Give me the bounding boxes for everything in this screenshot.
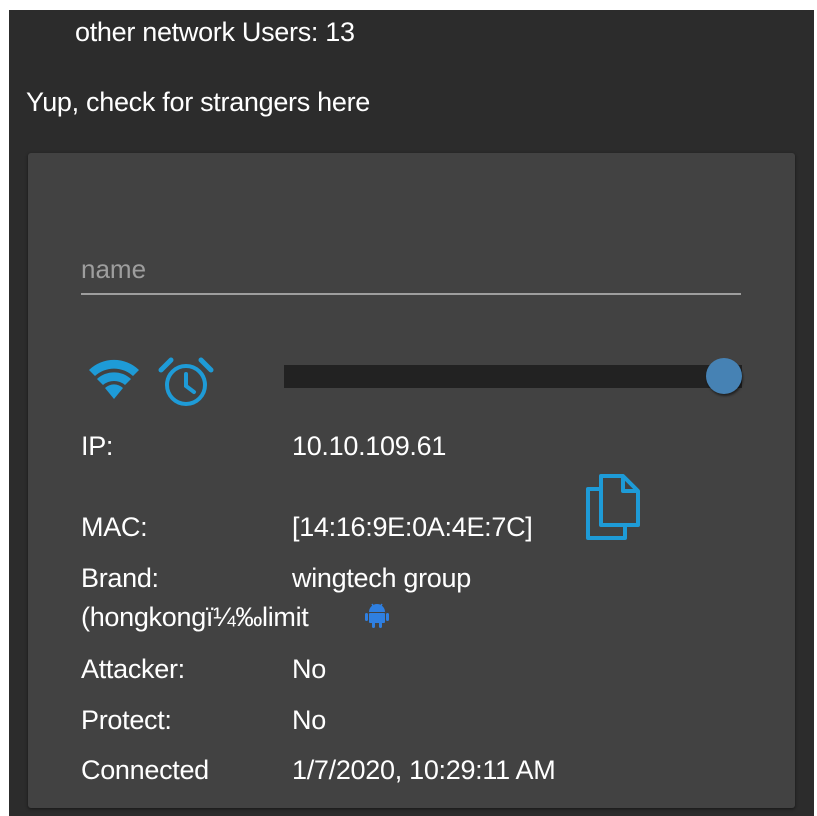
brand-value-line1: wingtech group xyxy=(292,563,471,593)
left-edge xyxy=(0,0,9,816)
connected-value: 1/7/2020, 10:29:11 AM xyxy=(292,755,556,785)
attacker-label: Attacker: xyxy=(81,654,185,684)
slider-thumb[interactable] xyxy=(706,358,742,394)
slider-track[interactable] xyxy=(284,365,742,388)
brand-label: Brand: xyxy=(81,563,159,593)
mac-label: MAC: xyxy=(81,512,148,542)
alarm-clock-icon[interactable] xyxy=(157,356,215,408)
copy-icon[interactable] xyxy=(583,473,643,541)
protect-label: Protect: xyxy=(81,705,172,735)
attacker-value: No xyxy=(292,654,326,684)
connected-label: Connected xyxy=(81,755,209,785)
device-name-input[interactable] xyxy=(81,245,741,295)
section-title: Yup, check for strangers here xyxy=(26,87,370,117)
device-card: IP: 10.10.109.61 MAC: [14:16:9E:0A:4E:7C… xyxy=(28,153,795,808)
top-edge xyxy=(0,0,817,10)
android-icon xyxy=(365,603,389,628)
mac-value: [14:16:9E:0A:4E:7C] xyxy=(292,512,533,542)
ip-label: IP: xyxy=(81,431,114,461)
network-users-count: other network Users: 13 xyxy=(75,17,355,47)
brand-value-line2: (hongkongï¼‰limit xyxy=(81,602,309,632)
protect-value: No xyxy=(292,705,326,735)
ip-value: 10.10.109.61 xyxy=(292,431,447,461)
wifi-icon[interactable] xyxy=(87,356,141,402)
